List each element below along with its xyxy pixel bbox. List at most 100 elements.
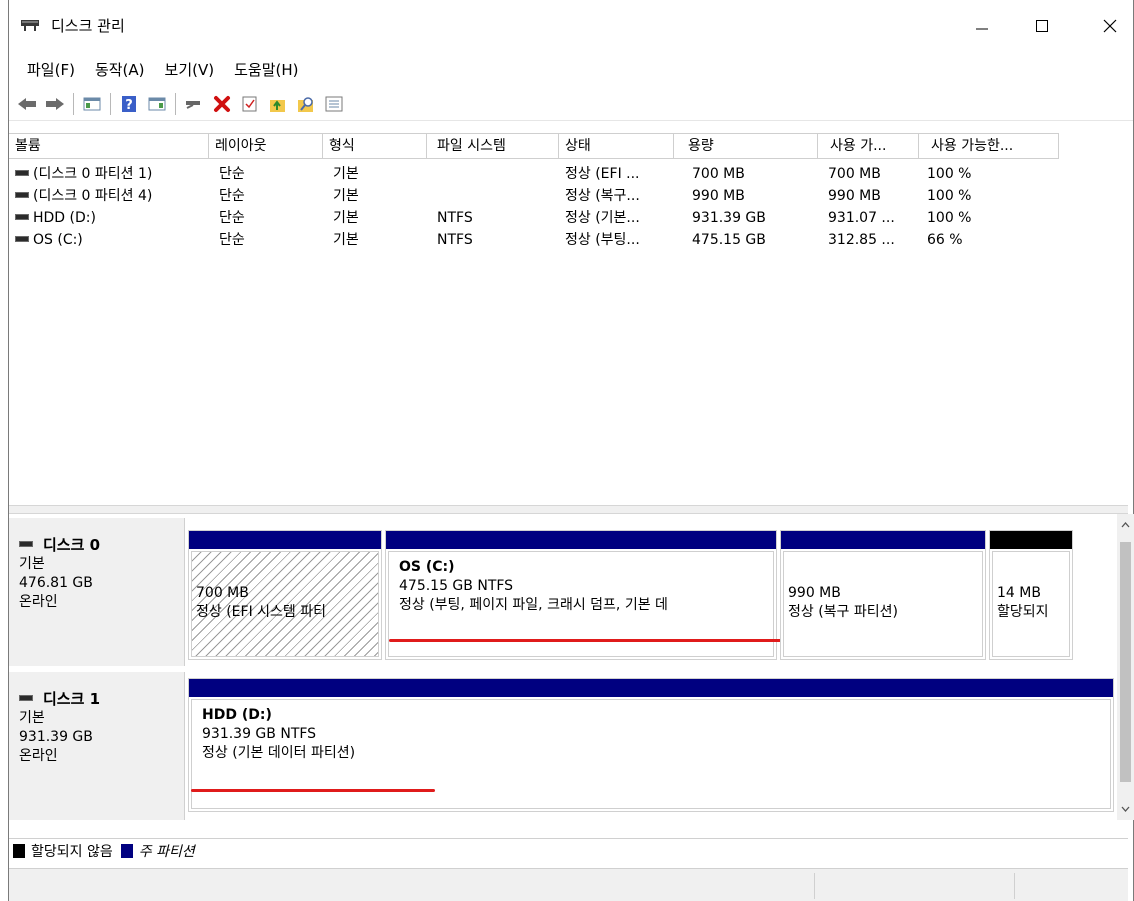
table-row[interactable]: HDD (D:) 단순 기본 NTFS 정상 (기본... 931.39 GB … <box>9 207 1049 229</box>
volume-file-system: NTFS <box>437 210 473 226</box>
disk-0-header[interactable]: 디스크 0 기본 476.81 GB 온라인 <box>9 518 185 666</box>
column-header-percent-free[interactable]: 사용 가능한... <box>919 134 1059 158</box>
volume-free-space: 312.85 ... <box>828 232 895 248</box>
volume-free-space: 700 MB <box>828 166 881 182</box>
volume-layout: 단순 <box>219 188 245 204</box>
help-button[interactable]: ? <box>117 92 141 116</box>
disk-1-header[interactable]: 디스크 1 기본 931.39 GB 온라인 <box>9 672 185 820</box>
disk-icon <box>19 540 33 547</box>
scroll-up-icon[interactable] <box>1117 518 1134 532</box>
disk-size: 476.81 GB <box>19 575 93 591</box>
partition-status: 정상 (복구 파티션) <box>788 604 898 620</box>
volume-percent-free: 66 % <box>927 232 963 248</box>
svg-text:?: ? <box>125 98 133 113</box>
help-icon: ? <box>122 95 136 113</box>
toolbar: ? <box>9 87 1133 121</box>
volume-type: 기본 <box>333 166 359 182</box>
toolbar-separator <box>175 92 176 115</box>
close-button[interactable] <box>1087 10 1133 42</box>
partition-recovery[interactable]: 990 MB 정상 (복구 파티션) <box>780 530 986 660</box>
status-bar-divider <box>1014 873 1015 899</box>
table-row[interactable]: OS (C:) 단순 기본 NTFS 정상 (부팅... 475.15 GB 3… <box>9 229 1049 251</box>
volume-name: (디스크 0 파티션 4) <box>33 188 153 204</box>
pane-splitter[interactable] <box>9 505 1128 514</box>
delete-icon <box>214 95 230 112</box>
status-bar <box>9 868 1128 901</box>
partition-bar <box>386 531 776 549</box>
volume-icon <box>15 192 29 198</box>
column-header-free-space[interactable]: 사용 가... <box>818 134 919 158</box>
column-header-layout[interactable]: 레이아웃 <box>209 134 323 158</box>
properties-button[interactable] <box>145 92 169 116</box>
partition-size: 700 MB <box>196 585 249 601</box>
table-row[interactable]: (디스크 0 파티션 1) 단순 기본 정상 (EFI ... 700 MB 7… <box>9 163 1049 185</box>
connect-button[interactable] <box>182 92 206 116</box>
column-header-volume[interactable]: 볼륨 <box>9 134 209 158</box>
volume-status: 정상 (EFI ... <box>565 166 640 182</box>
disk-icon <box>19 694 33 701</box>
partition-size: 931.39 GB NTFS <box>202 726 317 742</box>
partition-bar <box>781 531 985 549</box>
partition-bar <box>990 531 1072 549</box>
disk-management-app-icon <box>21 20 39 31</box>
minimize-icon <box>976 28 988 30</box>
volume-free-space: 990 MB <box>828 188 881 204</box>
volume-file-system: NTFS <box>437 232 473 248</box>
back-button[interactable] <box>15 92 39 116</box>
vertical-scrollbar[interactable] <box>1117 514 1134 820</box>
title-bar: 디스크 관리 <box>9 0 1133 50</box>
disk-graphical-view: 디스크 0 기본 476.81 GB 온라인 700 MB 정상 (EFI 시스… <box>9 514 1117 820</box>
partition-size: 475.15 GB NTFS <box>399 578 514 594</box>
delete-button[interactable] <box>210 92 234 116</box>
partition-status: 정상 (EFI 시스템 파티 <box>196 604 326 620</box>
column-header-file-system[interactable]: 파일 시스템 <box>427 134 559 158</box>
disk-state: 온라인 <box>19 594 58 610</box>
volume-capacity: 990 MB <box>692 188 745 204</box>
column-header-type[interactable]: 형식 <box>323 134 427 158</box>
menu-view[interactable]: 보기(V) <box>155 55 225 84</box>
volume-icon <box>15 214 29 220</box>
minimize-button[interactable] <box>959 10 1005 42</box>
up-level-button[interactable] <box>266 92 290 116</box>
forward-arrow-icon <box>46 97 64 110</box>
connect-icon <box>186 100 200 109</box>
scrollbar-thumb[interactable] <box>1120 542 1131 782</box>
menu-file[interactable]: 파일(F) <box>17 55 85 84</box>
scroll-down-icon[interactable] <box>1117 802 1134 816</box>
volume-list-header: 볼륨 레이아웃 형식 파일 시스템 상태 용량 사용 가... 사용 가능한..… <box>9 133 1059 159</box>
volume-list: 볼륨 레이아웃 형식 파일 시스템 상태 용량 사용 가... 사용 가능한..… <box>9 133 1128 505</box>
menu-action[interactable]: 동작(A) <box>85 55 155 84</box>
volume-type: 기본 <box>333 232 359 248</box>
volume-type: 기본 <box>333 188 359 204</box>
volume-name: OS (C:) <box>33 232 83 248</box>
volume-layout: 단순 <box>219 210 245 226</box>
column-header-capacity[interactable]: 용량 <box>674 134 818 158</box>
unallocated-swatch <box>13 843 25 858</box>
partition-status: 할당되지 <box>997 604 1049 620</box>
volume-free-space: 931.07 ... <box>828 210 895 226</box>
up-arrow-icon <box>270 99 285 112</box>
console-tree-button[interactable] <box>80 92 104 116</box>
check-button[interactable] <box>238 92 262 116</box>
status-bar-divider <box>814 873 815 899</box>
legend-unallocated: 할당되지 않음 <box>31 843 113 860</box>
partition-unallocated[interactable]: 14 MB 할당되지 <box>989 530 1073 660</box>
table-row[interactable]: (디스크 0 파티션 4) 단순 기본 정상 (복구... 990 MB 990… <box>9 185 1049 207</box>
menu-bar: 파일(F) 동작(A) 보기(V) 도움말(H) <box>9 54 308 84</box>
legend: 할당되지 않음 주 파티션 <box>9 838 1128 862</box>
volume-percent-free: 100 % <box>927 188 972 204</box>
volume-capacity: 475.15 GB <box>692 232 766 248</box>
volume-icon <box>15 170 29 176</box>
forward-button[interactable] <box>43 92 67 116</box>
maximize-button[interactable] <box>1019 10 1065 42</box>
list-icon <box>325 96 343 111</box>
legend-primary: 주 파티션 <box>138 843 195 860</box>
volume-status: 정상 (부팅... <box>565 232 640 248</box>
list-view-button[interactable] <box>322 92 346 116</box>
menu-help[interactable]: 도움말(H) <box>224 55 308 84</box>
partition-efi[interactable]: 700 MB 정상 (EFI 시스템 파티 <box>188 530 382 660</box>
column-header-status[interactable]: 상태 <box>559 134 674 158</box>
red-underline-annotation <box>389 639 789 642</box>
find-button[interactable] <box>294 92 318 116</box>
volume-status: 정상 (기본... <box>565 210 640 226</box>
